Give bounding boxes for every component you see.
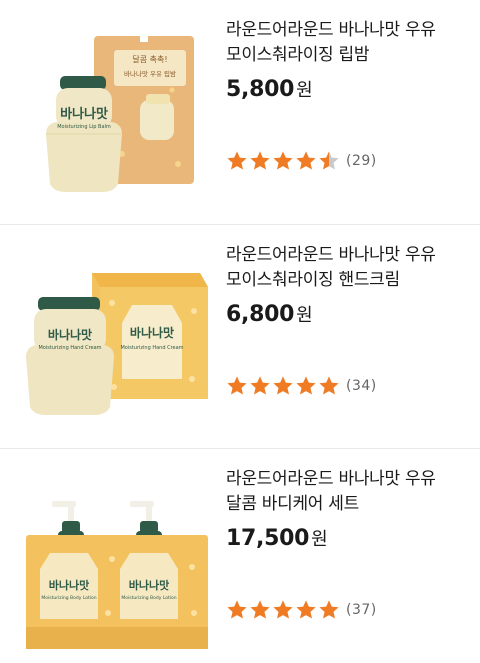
product-price: 5,800 원 xyxy=(226,76,466,102)
svg-text:바나나맛: 바나나맛 xyxy=(129,578,169,592)
svg-text:바나나맛: 바나나맛 xyxy=(48,327,92,342)
svg-text:Moisturizing Hand Cream: Moisturizing Hand Cream xyxy=(38,345,101,351)
product-title-line-1: 라운드어라운드 바나나맛 우유 xyxy=(226,469,436,489)
product-rating: (37) xyxy=(226,599,377,620)
product-item-hand-cream[interactable]: 바나나맛 Moisturizing Hand Cream 바나나맛 Moistu… xyxy=(0,224,480,448)
product-title-line-1: 라운드어라운드 바나나맛 우유 xyxy=(226,245,436,265)
product-title[interactable]: 라운드어라운드 바나나맛 우유 모이스춰라이징 핸드크림 xyxy=(226,243,466,293)
product-title[interactable]: 라운드어라운드 바나나맛 우유 달콤 바디케어 세트 xyxy=(226,467,466,517)
product-image-lip-balm[interactable]: 달콤 촉촉! 바나나맛 우유 립밤 바나나맛 Moisturizing Lip … xyxy=(22,14,212,210)
product-image-hand-cream[interactable]: 바나나맛 Moisturizing Hand Cream 바나나맛 Moistu… xyxy=(22,239,212,435)
product-list: 달콤 촉촉! 바나나맛 우유 립밤 바나나맛 Moisturizing Lip … xyxy=(0,0,480,662)
svg-text:Moisturizing Hand Cream: Moisturizing Hand Cream xyxy=(120,345,183,351)
product-rating: (34) xyxy=(226,375,377,396)
star-icon xyxy=(296,151,316,170)
svg-text:Moisturizing Body Lotion: Moisturizing Body Lotion xyxy=(41,595,96,601)
review-count: (37) xyxy=(346,601,377,618)
banana-milk-hand-cream-image: 바나나맛 Moisturizing Hand Cream 바나나맛 Moistu… xyxy=(26,273,208,415)
price-currency: 원 xyxy=(296,305,313,326)
svg-text:바나나맛: 바나나맛 xyxy=(60,106,108,122)
banana-milk-body-care-set-image: 바나나맛 Moisturizing Body Lotion 바나나맛 Moist… xyxy=(26,501,208,649)
star-icon xyxy=(319,151,339,170)
product-title-line-1: 라운드어라운드 바나나맛 우유 xyxy=(226,20,436,40)
star-icon xyxy=(273,151,293,170)
rating-stars xyxy=(226,599,341,620)
price-value: 6,800 xyxy=(226,302,295,327)
svg-text:바나나맛: 바나나맛 xyxy=(130,325,174,340)
star-icon xyxy=(273,600,293,619)
svg-text:바나나맛 우유 립밤: 바나나맛 우유 립밤 xyxy=(124,69,176,78)
review-count: (34) xyxy=(346,377,377,394)
star-icon xyxy=(227,376,247,395)
star-icon xyxy=(296,376,316,395)
star-icon xyxy=(319,376,339,395)
price-currency: 원 xyxy=(296,80,313,101)
svg-text:바나나맛: 바나나맛 xyxy=(49,578,89,592)
product-title-line-2: 달콤 바디케어 세트 xyxy=(226,494,359,514)
svg-text:달콤 촉촉!: 달콤 촉촉! xyxy=(132,55,167,64)
star-icon xyxy=(319,600,339,619)
price-currency: 원 xyxy=(311,529,328,550)
star-icon xyxy=(250,151,270,170)
star-icon xyxy=(250,600,270,619)
review-count: (29) xyxy=(346,152,377,169)
svg-text:Moisturizing Body Lotion: Moisturizing Body Lotion xyxy=(121,595,176,601)
product-title-line-2: 모이스춰라이징 핸드크림 xyxy=(226,270,400,290)
product-item-body-care-set[interactable]: 바나나맛 Moisturizing Body Lotion 바나나맛 Moist… xyxy=(0,448,480,662)
product-item-lip-balm[interactable]: 달콤 촉촉! 바나나맛 우유 립밤 바나나맛 Moisturizing Lip … xyxy=(0,0,480,224)
svg-text:Moisturizing Lip Balm: Moisturizing Lip Balm xyxy=(57,124,111,130)
price-value: 17,500 xyxy=(226,526,310,551)
banana-milk-lip-balm-image: 달콤 촉촉! 바나나맛 우유 립밤 바나나맛 Moisturizing Lip … xyxy=(46,36,194,192)
star-icon xyxy=(273,376,293,395)
product-title-line-2: 모이스춰라이징 립밤 xyxy=(226,45,370,65)
star-icon xyxy=(296,600,316,619)
product-rating: (29) xyxy=(226,150,377,171)
star-icon xyxy=(250,376,270,395)
star-icon xyxy=(227,600,247,619)
product-price: 17,500 원 xyxy=(226,525,466,551)
rating-stars xyxy=(226,375,341,396)
product-title[interactable]: 라운드어라운드 바나나맛 우유 모이스춰라이징 립밤 xyxy=(226,18,466,68)
product-image-body-care-set[interactable]: 바나나맛 Moisturizing Body Lotion 바나나맛 Moist… xyxy=(22,463,212,659)
product-price: 6,800 원 xyxy=(226,301,466,327)
star-icon xyxy=(227,151,247,170)
rating-stars xyxy=(226,150,341,171)
price-value: 5,800 xyxy=(226,77,295,102)
